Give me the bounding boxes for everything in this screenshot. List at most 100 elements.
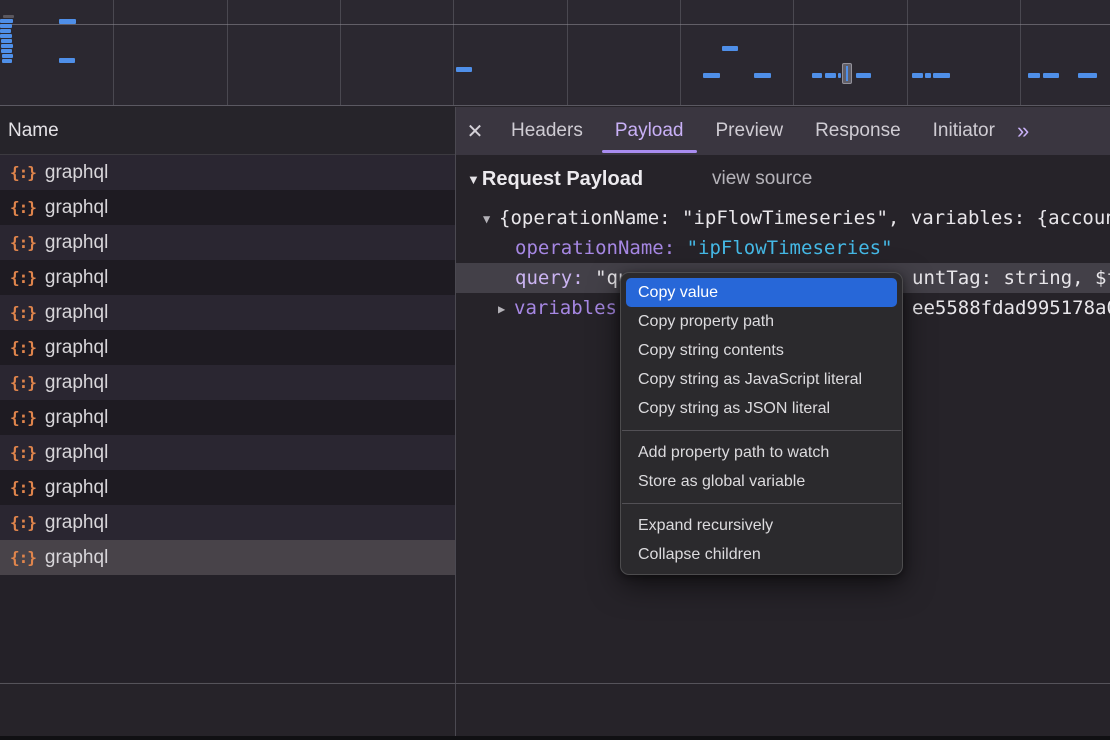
request-row[interactable]: {:} graphql	[0, 435, 455, 470]
menu-separator	[622, 503, 901, 504]
request-payload-title: Request Payload	[482, 168, 643, 191]
json-braces-icon: {:}	[10, 373, 36, 392]
request-row[interactable]: {:} graphql	[0, 365, 455, 400]
grid-line	[113, 0, 114, 105]
network-overview-timeline[interactable]	[0, 0, 1110, 106]
request-row[interactable]: {:} graphql	[0, 190, 455, 225]
waterfall-bar	[722, 46, 738, 51]
request-row[interactable]: {:} graphql	[0, 330, 455, 365]
tree-row-root[interactable]: ▼{operationName: "ipFlowTimeseries", var…	[456, 203, 1110, 233]
json-braces-icon: {:}	[10, 338, 36, 357]
menu-item-copy-string-as-javascript-literal[interactable]: Copy string as JavaScript literal	[626, 365, 897, 394]
waterfall-bar	[0, 19, 13, 23]
property-name: operationName:	[515, 237, 675, 259]
request-name: graphql	[45, 302, 108, 324]
request-row[interactable]: {:}graphql	[0, 400, 455, 435]
grid-line	[680, 0, 681, 105]
json-braces-icon: {:}	[10, 163, 36, 182]
request-row[interactable]: {:}graphql	[0, 470, 455, 505]
menu-item-store-as-global-variable[interactable]: Store as global variable	[626, 467, 897, 496]
waterfall-bar	[1078, 73, 1097, 78]
grid-line	[227, 0, 228, 105]
tab-headers[interactable]: Headers	[495, 107, 599, 155]
waterfall-bar	[59, 19, 76, 24]
menu-item-copy-string-as-json-literal[interactable]: Copy string as JSON literal	[626, 394, 897, 423]
request-name: graphql	[45, 267, 108, 289]
waterfall-bar	[1028, 73, 1040, 78]
grid-line	[1020, 0, 1021, 105]
request-row[interactable]: {:}graphql	[0, 155, 455, 190]
request-row[interactable]: {:} graphql	[0, 260, 455, 295]
grid-line	[453, 0, 454, 105]
name-column-header[interactable]: Name	[0, 107, 455, 155]
waterfall-bar	[754, 73, 771, 78]
close-icon[interactable]: ✕	[455, 119, 495, 144]
request-name: graphql	[45, 407, 108, 429]
request-row[interactable]: {:} graphql	[0, 295, 455, 330]
menu-item-copy-property-path[interactable]: Copy property path	[626, 307, 897, 336]
waterfall-bar	[1, 49, 12, 53]
context-menu: Copy valueCopy property pathCopy string …	[620, 272, 903, 575]
json-braces-icon: {:}	[10, 548, 36, 567]
waterfall-bar	[1043, 73, 1059, 78]
request-name: graphql	[45, 372, 108, 394]
json-braces-icon: {:}	[10, 268, 36, 287]
json-braces-icon: {:}	[10, 478, 36, 497]
property-value: "ipFlowTimeseries"	[687, 237, 893, 259]
devtools-tab-bar: ✕ HeadersPayloadPreviewResponseInitiator…	[455, 107, 1110, 155]
object-preview-text: {operationName: "ipFlowTimeseries", vari…	[499, 207, 1110, 229]
request-name: graphql	[45, 547, 108, 569]
waterfall-bar	[1, 44, 13, 48]
json-braces-icon: {:}	[10, 513, 36, 532]
timeline-scrubber[interactable]	[842, 63, 852, 84]
request-name: graphql	[45, 442, 108, 464]
request-name: graphql	[45, 232, 108, 254]
request-row[interactable]: {:} graphql	[0, 225, 455, 260]
json-braces-icon: {:}	[10, 198, 36, 217]
waterfall-bar	[2, 54, 13, 58]
tab-payload[interactable]: Payload	[599, 107, 700, 155]
more-tabs-icon[interactable]: »	[1017, 118, 1027, 144]
property-value-fragment: untTag: string, $f	[912, 263, 1110, 293]
grid-line	[0, 24, 1110, 25]
triangle-right-icon[interactable]: ▶	[498, 294, 514, 323]
view-source-link[interactable]: view source	[712, 165, 812, 193]
waterfall-bar	[0, 34, 12, 38]
request-name: graphql	[45, 337, 108, 359]
menu-item-copy-value[interactable]: Copy value	[626, 278, 897, 307]
waterfall-bar	[703, 73, 720, 78]
tab-response[interactable]: Response	[799, 107, 917, 155]
menu-separator	[622, 430, 901, 431]
menu-item-expand-recursively[interactable]: Expand recursively	[626, 511, 897, 540]
menu-item-copy-string-contents[interactable]: Copy string contents	[626, 336, 897, 365]
waterfall-bar	[825, 73, 836, 78]
waterfall-bar	[925, 73, 931, 78]
waterfall-bar	[812, 73, 822, 78]
tab-initiator[interactable]: Initiator	[917, 107, 1011, 155]
request-payload-section[interactable]: ▼ Request Payload	[456, 165, 643, 193]
json-braces-icon: {:}	[10, 303, 36, 322]
waterfall-bar	[0, 24, 12, 28]
panel-splitter[interactable]	[455, 107, 456, 740]
grid-line	[793, 0, 794, 105]
request-list: {:} graphql {:} graphql {:} graphql {:} graphql…	[0, 155, 455, 682]
menu-item-collapse-children[interactable]: Collapse children	[626, 540, 897, 569]
waterfall-bar	[2, 59, 12, 63]
triangle-down-icon[interactable]: ▼	[467, 172, 480, 187]
request-name: graphql	[45, 197, 108, 219]
waterfall-bar	[856, 73, 871, 78]
tree-row-operation-name[interactable]: operationName: "ipFlowTimeseries"	[456, 233, 1110, 263]
json-braces-icon: {:}	[10, 233, 36, 252]
menu-item-add-property-path-to-watch[interactable]: Add property path to watch	[626, 438, 897, 467]
waterfall-bar	[912, 73, 923, 78]
name-column-label: Name	[8, 120, 59, 142]
tab-list: HeadersPayloadPreviewResponseInitiator	[495, 107, 1011, 155]
tab-preview[interactable]: Preview	[700, 107, 800, 155]
waterfall-bar	[3, 15, 14, 18]
request-row[interactable]: {:}graphql	[0, 505, 455, 540]
triangle-down-icon[interactable]: ▼	[483, 204, 499, 233]
property-value-fragment: ee5588fdad995178a0	[912, 293, 1110, 323]
waterfall-bar	[1, 39, 12, 43]
request-row[interactable]: {:} graphql	[0, 540, 455, 575]
json-braces-icon: {:}	[10, 443, 36, 462]
